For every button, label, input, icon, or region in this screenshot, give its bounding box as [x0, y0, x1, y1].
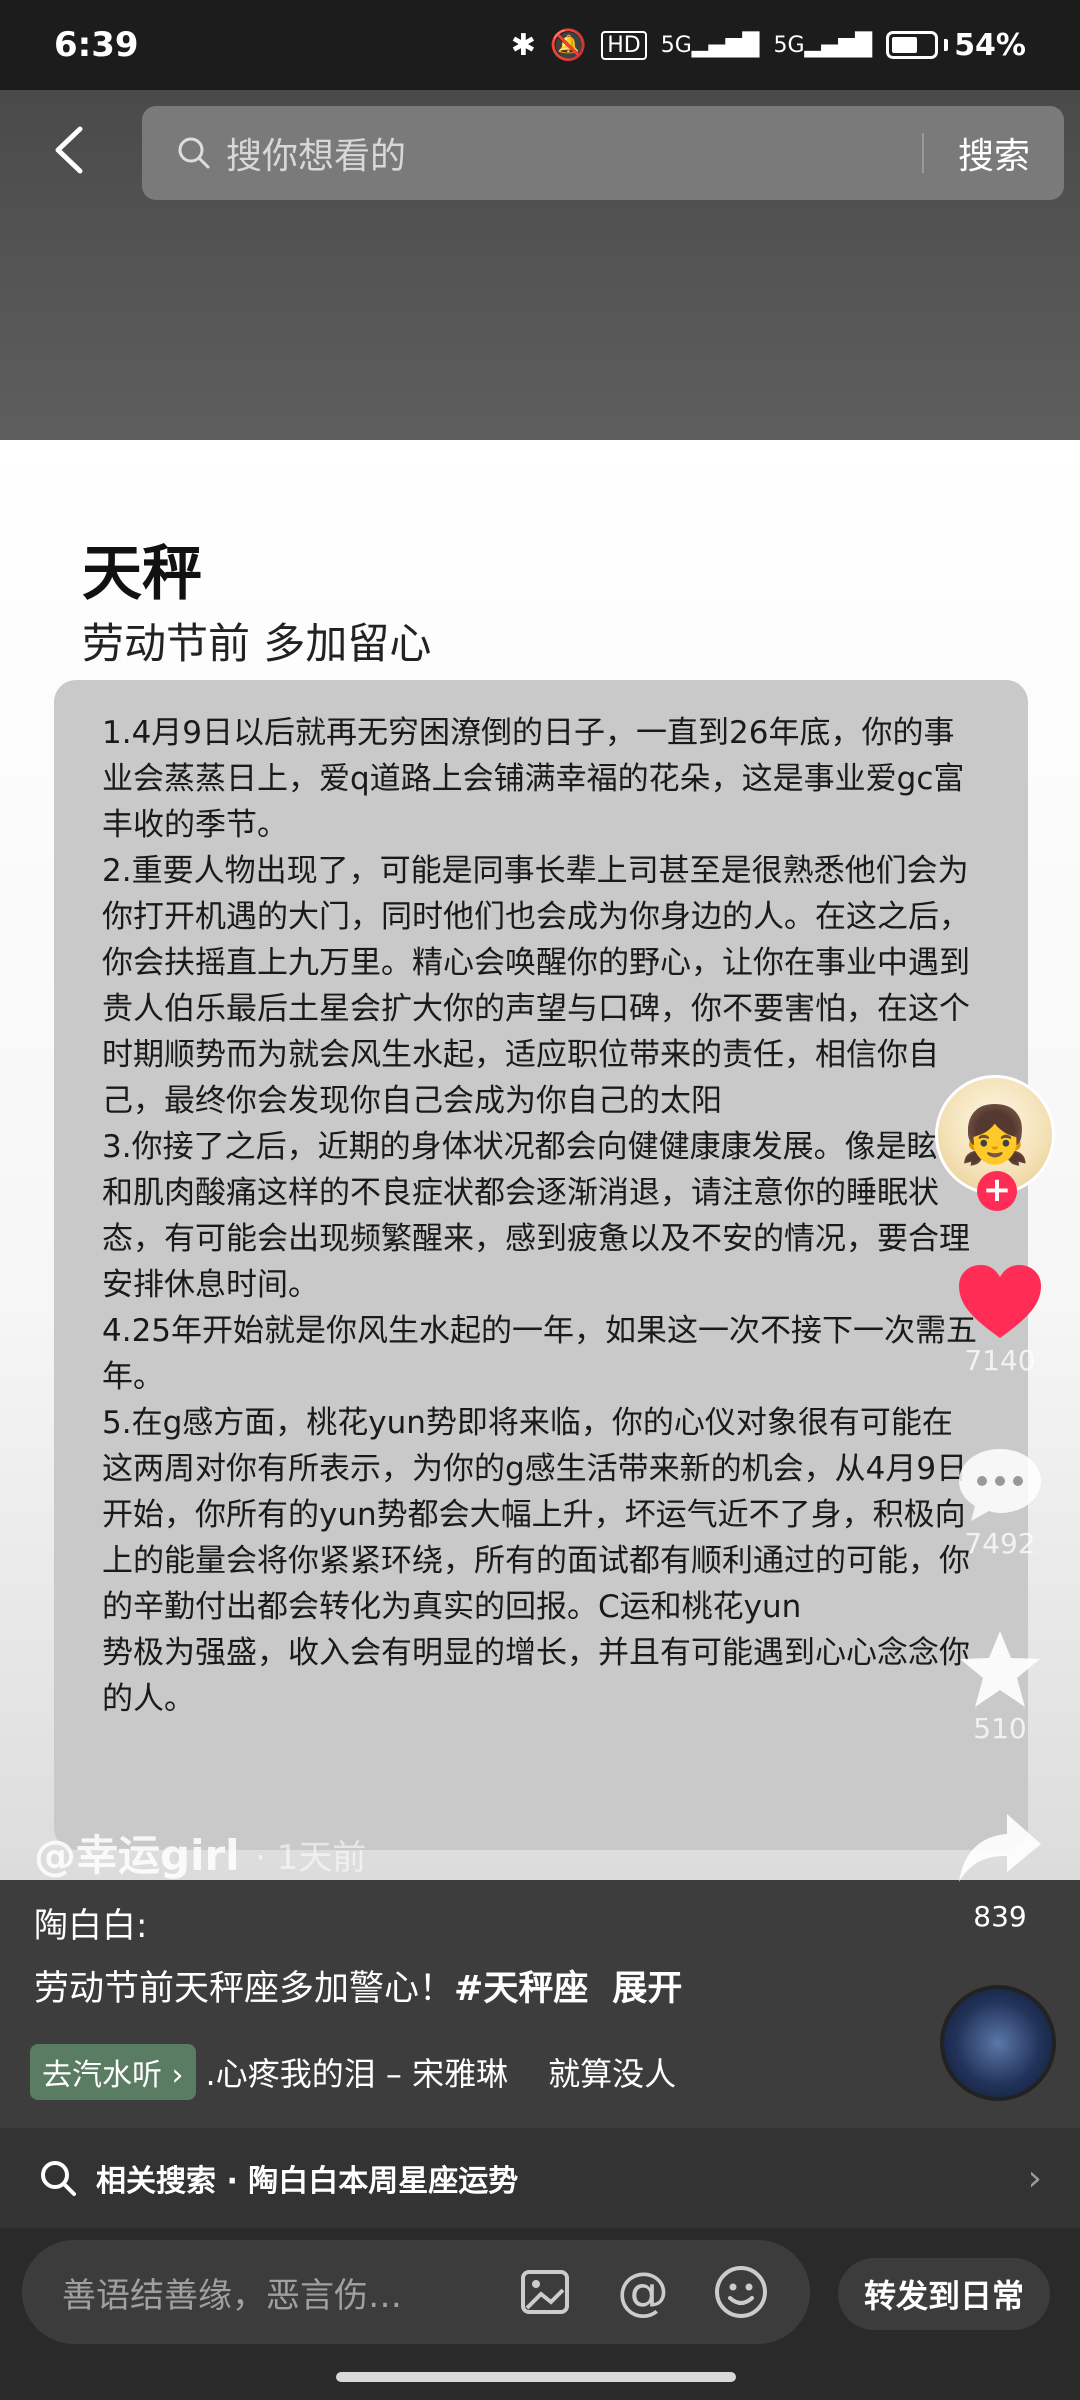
music-row[interactable]: 去汽水听 › .心疼我的泪 – 宋雅琳 就算没人	[30, 2044, 676, 2100]
paragraph-1: 1.4月9日以后就再无穷困潦倒的日子，一直到26年底，你的事业会蒸蒸日上，爱q道…	[102, 715, 965, 843]
mute-bell-icon: 🔕	[549, 27, 588, 63]
author-avatar-group[interactable]: 👧 +	[935, 1075, 1055, 1211]
comment-input[interactable]: 善语结善缘，恶言伤… @	[22, 2240, 810, 2344]
favorite-button[interactable]: 510	[940, 1628, 1060, 1745]
search-input[interactable]: 搜你想看的 搜索	[142, 106, 1064, 200]
expand-button[interactable]: 展开	[612, 1969, 682, 2009]
search-divider	[921, 133, 924, 173]
search-icon	[178, 137, 210, 169]
paragraph-3: 3.你接了之后，近期的身体状况都会向健健康康发展。像是眩晕和肌肉酸痛这样的不良症…	[102, 1129, 970, 1303]
favorite-count: 510	[973, 1712, 1027, 1745]
at-mention-icon[interactable]: @	[614, 2262, 672, 2322]
comment-placeholder: 善语结善缘，恶言伤…	[62, 2275, 402, 2316]
status-bar: 6:39 ✱ 🔕 HD 5G▂▄▆█ 5G▂▄▆█ 54%	[0, 0, 1080, 90]
image-icon[interactable]	[516, 2263, 574, 2321]
follow-plus-icon[interactable]: +	[977, 1171, 1017, 1211]
related-search-text: 相关搜索 · 陶白白本周星座运势	[96, 2164, 519, 2199]
caption-author[interactable]: 陶白白:	[34, 1898, 147, 1947]
signal-icon-1: 5G▂▄▆█	[660, 32, 760, 58]
share-arrow-icon	[959, 1814, 1041, 1882]
paragraph-2: 2.重要人物出现了，可能是同事长辈上司甚至是很熟悉他们会为你打开机遇的大门，同时…	[102, 853, 970, 1119]
paragraph-4: 4.25年开始就是你风生水起的一年，如果这一次不接下一次需五年。	[102, 1313, 978, 1395]
search-placeholder: 搜你想看的	[226, 136, 407, 177]
battery-indicator: 54%	[886, 28, 1026, 63]
signal-icon-2: 5G▂▄▆█	[773, 32, 873, 58]
music-extra: 就算没人	[548, 2055, 677, 2093]
author-handle[interactable]: @幸运girl	[34, 1822, 240, 1883]
horoscope-text-card: 1.4月9日以后就再无穷困潦倒的日子，一直到26年底，你的事业会蒸蒸日上，爱q道…	[54, 680, 1028, 1850]
back-button[interactable]	[40, 120, 100, 180]
card-subtitle: 劳动节前 多加留心	[82, 619, 432, 668]
chevron-right-icon: ›	[1027, 2157, 1042, 2199]
share-to-daily-button[interactable]: 转发到日常	[838, 2258, 1050, 2330]
hd-icon: HD	[601, 30, 647, 60]
back-arrow-icon	[55, 126, 83, 174]
battery-text: 54%	[954, 27, 1026, 63]
heart-icon	[959, 1265, 1041, 1338]
emoji-icon[interactable]	[712, 2263, 770, 2321]
battery-icon	[886, 31, 939, 59]
hashtag-link[interactable]: #天秤座	[454, 1969, 588, 2009]
status-time: 6:39	[54, 25, 139, 65]
search-button[interactable]: 搜索	[958, 127, 1030, 179]
star-icon	[960, 1631, 1040, 1707]
share-button[interactable]: 839	[940, 1810, 1060, 1933]
card-title: 天秤	[82, 539, 202, 609]
home-indicator[interactable]	[336, 2372, 736, 2382]
comment-button[interactable]: 7492	[940, 1445, 1060, 1560]
like-count: 7140	[964, 1344, 1036, 1377]
caption-text: 劳动节前天秤座多加警心！	[34, 1969, 455, 2009]
music-app-tag[interactable]: 去汽水听 ›	[30, 2044, 196, 2100]
related-search-icon	[41, 2161, 76, 2196]
music-disc-icon[interactable]	[940, 1985, 1056, 2101]
post-time: · 1天前	[255, 1838, 367, 1878]
bluetooth-icon: ✱	[510, 27, 536, 63]
related-search-bar[interactable]: 相关搜索 · 陶白白本周星座运势 ›	[0, 2128, 1080, 2228]
like-button[interactable]: 7140	[940, 1262, 1060, 1377]
music-title: .心疼我的泪 – 宋雅琳	[205, 2055, 509, 2093]
status-icons: ✱ 🔕 HD 5G▂▄▆█ 5G▂▄▆█ 54%	[511, 28, 1026, 63]
paragraph-5: 5.在g感方面，桃花yun势即将来临，你的心仪对象很有可能在这两周对你有所表示，…	[102, 1405, 970, 1717]
caption: 劳动节前天秤座多加警心！#天秤座 展开	[34, 1960, 682, 2011]
comment-bubble-icon	[959, 1449, 1041, 1521]
share-count: 839	[973, 1900, 1027, 1933]
comment-count: 7492	[964, 1527, 1036, 1560]
